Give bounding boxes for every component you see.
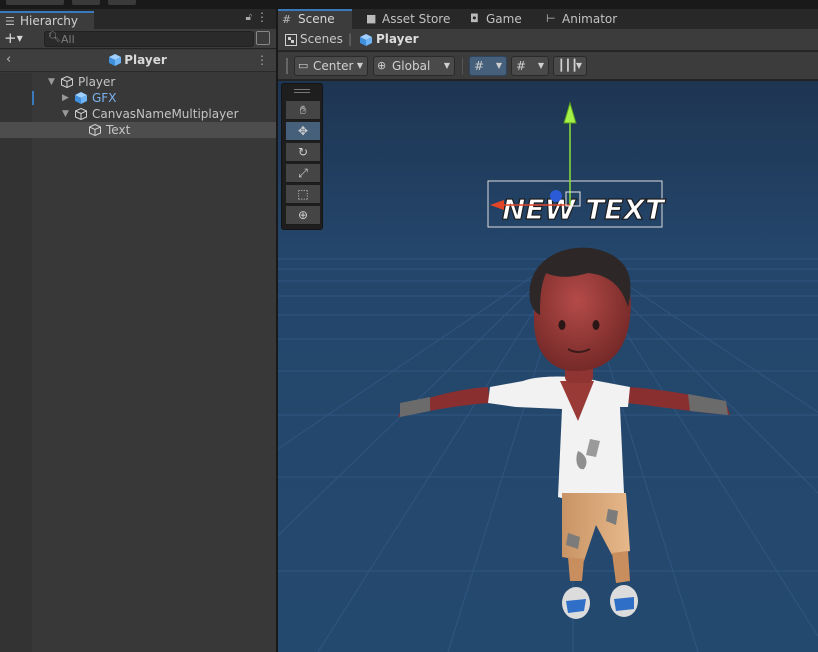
grid-icon: # [282, 13, 292, 26]
prefab-header: ‹ Player ⋮ [0, 50, 276, 72]
grid-snap-icon: # [474, 59, 485, 73]
tree-item-label: CanvasNameMultiplayer [92, 107, 239, 121]
move-icon: ✥ [297, 124, 309, 138]
tab-game[interactable]: ◘ Game [466, 9, 522, 29]
tab-asset-store[interactable]: ■ Asset Store [362, 9, 450, 29]
chevron-down-icon: ▼ [575, 61, 582, 70]
pivot-mode-label: Center [313, 59, 354, 73]
kebab-menu-icon[interactable]: ⋮ [256, 10, 268, 24]
breadcrumb-player[interactable]: Player [376, 32, 419, 46]
chevron-down-icon: ▼ [16, 34, 23, 43]
rect-tool[interactable]: ⬚ [286, 185, 320, 204]
rotate-icon: ↻ [297, 145, 309, 159]
world-text: NEW TEXT [502, 193, 666, 226]
tool-palette: ✋︎ ✥ ↻ ⤢ ⬚ ⊕ [281, 83, 323, 230]
tab-asset-store-label: Asset Store [382, 12, 451, 26]
bag-icon: ■ [366, 12, 377, 25]
transform-icon: ⊕ [297, 208, 309, 222]
chevron-down-icon: ▼ [443, 61, 450, 70]
hierarchy-panel: ☰ Hierarchy 🔓︎ ⋮ +▼ 🔍︎ ‹ Player [0, 9, 276, 652]
tree-item-label: Player [78, 75, 116, 89]
prefab-cube-icon [75, 92, 87, 104]
space-mode-dropdown[interactable]: ⊕ Global ▼ [373, 56, 455, 76]
list-icon: ☰ [5, 15, 15, 28]
rotate-tool[interactable]: ↻ [286, 143, 320, 162]
scene-panel: # Scene ■ Asset Store ◘ Game ⊢ Animator … [278, 9, 818, 652]
breadcrumb-separator: | [348, 32, 353, 46]
tab-scene-label: Scene [298, 12, 335, 26]
search-input[interactable] [61, 32, 246, 46]
rect-icon: ⬚ [297, 187, 309, 201]
hierarchy-gutter [0, 73, 32, 652]
hand-icon: ✋︎ [299, 103, 307, 117]
expand-arrow-icon[interactable]: ▼ [62, 106, 69, 122]
toolbar-grip [286, 58, 288, 74]
scenes-icon [285, 34, 297, 46]
pivot-icon: ▭ [298, 59, 309, 72]
kebab-menu-icon[interactable]: ⋮ [256, 53, 268, 67]
lock-icon[interactable]: 🔓︎ [246, 12, 252, 23]
scene-tab-bar: # Scene ■ Asset Store ◘ Game ⊢ Animator [278, 9, 818, 29]
grid-snap-toggle[interactable]: # ▼ [469, 56, 507, 76]
tab-game-label: Game [486, 12, 522, 26]
scale-tool[interactable]: ⤢ [286, 164, 320, 183]
hand-tool[interactable]: ✋︎ [286, 101, 320, 120]
gameobject-cube-icon [61, 76, 73, 88]
pivot-mode-dropdown[interactable]: ▭ Center ▼ [294, 56, 368, 76]
scene-toolbar: ▭ Center ▼ ⊕ Global ▼ # ▼ # ▼ ┃┃┃ ▼ [278, 52, 818, 80]
hierarchy-search-row: +▼ 🔍︎ [0, 29, 276, 49]
hierarchy-tab-bar: ☰ Hierarchy 🔓︎ ⋮ [0, 9, 276, 29]
tree-item-label: GFX [92, 91, 117, 105]
tab-animator[interactable]: ⊢ Animator [542, 9, 617, 29]
tab-scene[interactable]: # Scene [278, 9, 352, 29]
transform-tool[interactable]: ⊕ [286, 206, 320, 225]
tree-item-player[interactable]: ▼ Player [0, 74, 276, 90]
space-mode-label: Global [392, 59, 431, 73]
prefab-title: Player [0, 53, 276, 67]
expand-arrow-icon[interactable]: ▼ [48, 74, 55, 90]
scene-viewport[interactable]: NEW TEXT [278, 81, 818, 652]
prefab-cube-icon [360, 34, 372, 46]
increment-snap-dropdown[interactable]: # ▼ [511, 56, 549, 76]
tab-animator-label: Animator [562, 12, 618, 26]
unity-editor: ☰ Hierarchy 🔓︎ ⋮ +▼ 🔍︎ ‹ Player [0, 0, 818, 652]
prefab-cube-icon [109, 54, 122, 66]
add-button[interactable]: +▼ [4, 30, 23, 49]
tree-item-gfx[interactable]: ▶ GFX [0, 90, 276, 106]
tab-hierarchy-label: Hierarchy [20, 14, 79, 28]
scale-icon: ⤢ [298, 166, 308, 180]
tree-item-text[interactable]: Text [0, 122, 276, 138]
toolbar-divider [462, 58, 463, 74]
search-icon: 🔍︎ [48, 32, 61, 43]
breadcrumb-scenes[interactable]: Scenes [300, 32, 343, 46]
gameobject-cube-icon [75, 108, 87, 120]
increment-snap-icon: # [516, 59, 527, 73]
top-strip [0, 0, 818, 9]
move-tool[interactable]: ✥ [286, 122, 320, 141]
tree-item-label: Text [106, 123, 131, 137]
filter-icon[interactable] [256, 31, 270, 45]
chevron-down-icon: ▼ [356, 61, 363, 70]
tree-item-canvas-name-multiplayer[interactable]: ▼ CanvasNameMultiplayer [0, 106, 276, 122]
drag-handle-icon[interactable] [294, 89, 310, 93]
tab-hierarchy[interactable]: ☰ Hierarchy [0, 11, 94, 29]
globe-icon: ⊕ [377, 59, 387, 72]
align-dropdown[interactable]: ┃┃┃ ▼ [553, 56, 587, 76]
animator-icon: ⊢ [546, 12, 556, 25]
gamepad-icon: ◘ [470, 12, 479, 25]
chevron-down-icon: ▼ [537, 61, 544, 70]
prefab-title-label: Player [124, 53, 167, 67]
hierarchy-search-box[interactable]: 🔍︎ [44, 31, 254, 47]
scene-render: NEW TEXT [278, 81, 818, 652]
breadcrumb: Scenes | Player [278, 29, 818, 51]
collapsed-arrow-icon[interactable]: ▶ [62, 90, 69, 106]
chevron-down-icon: ▼ [495, 61, 502, 70]
gameobject-cube-icon [89, 124, 101, 136]
